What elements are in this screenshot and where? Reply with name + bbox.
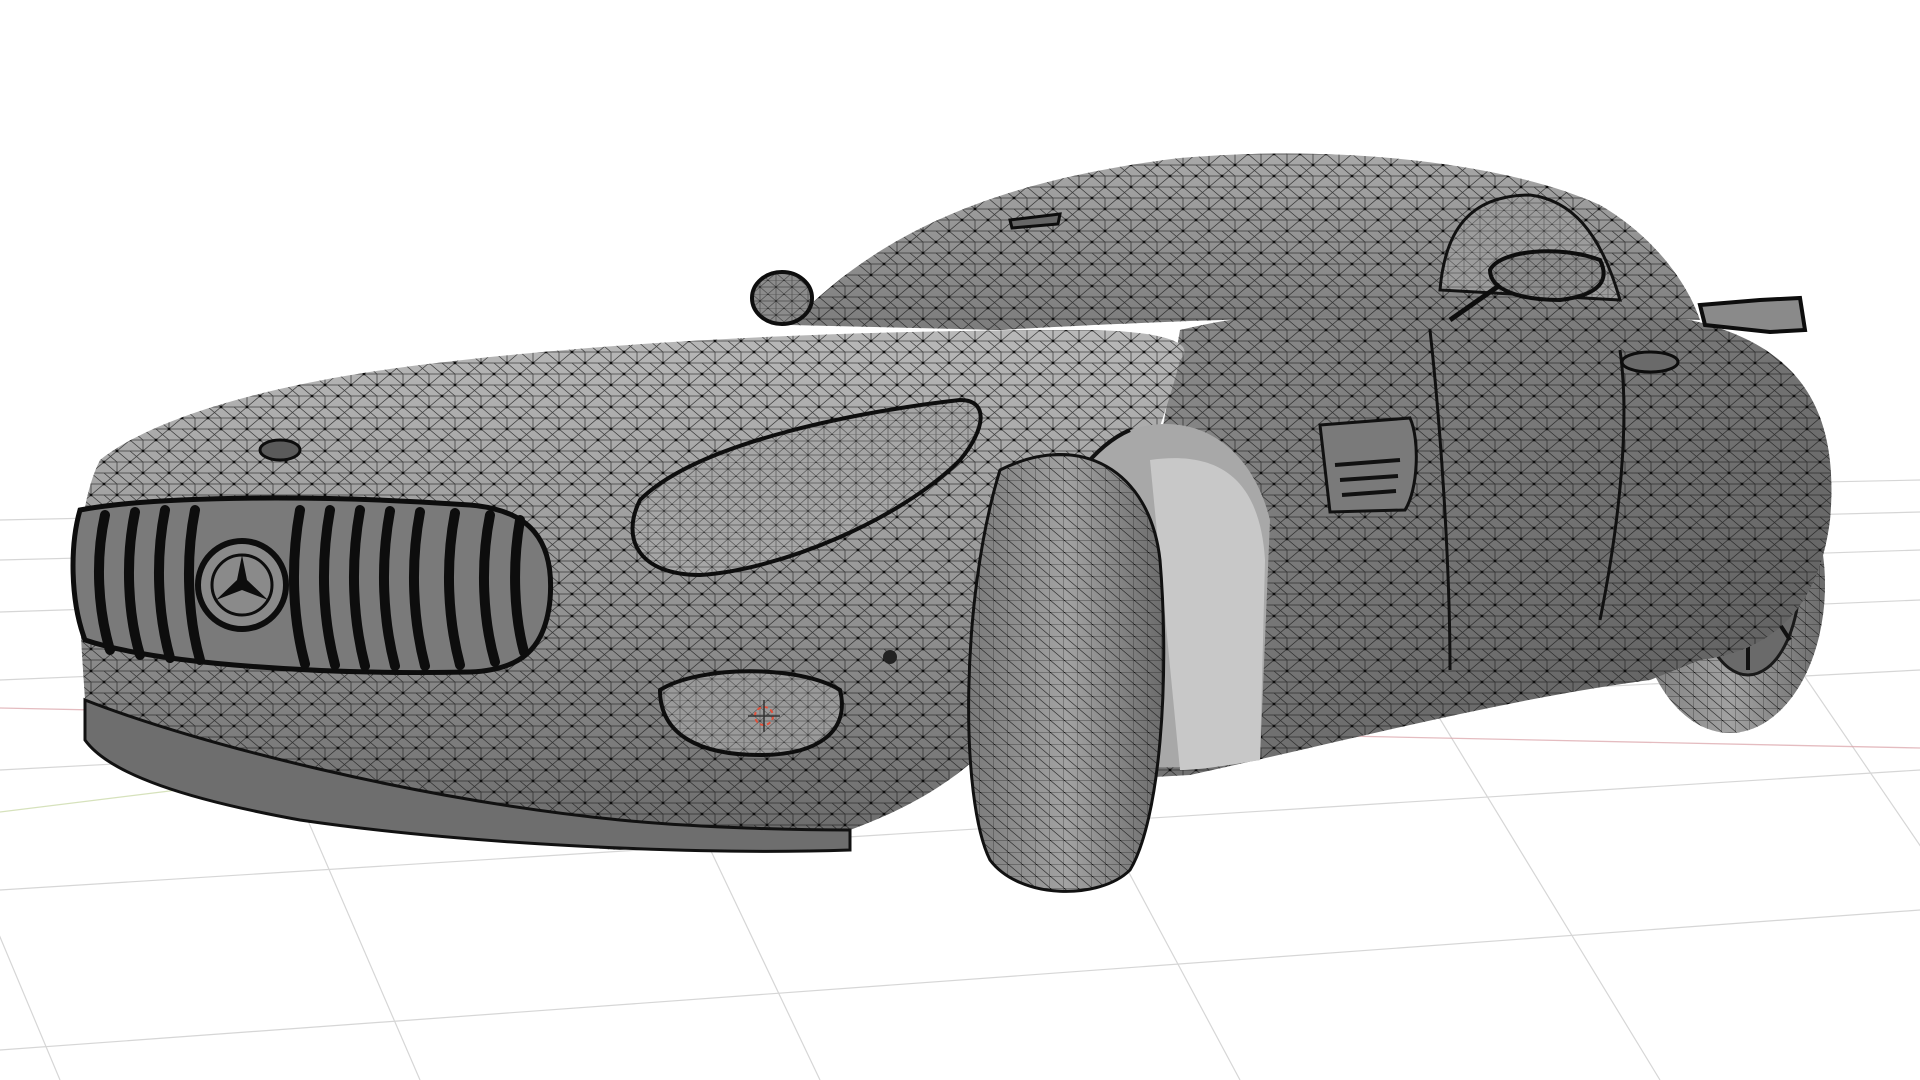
3d-viewport[interactable] [0, 0, 1920, 1080]
side-vent [1318, 416, 1418, 514]
viewport-canvas[interactable] [0, 0, 1920, 1080]
door-handle [1620, 350, 1680, 374]
front-grille[interactable] [70, 495, 554, 676]
marker-dot [883, 650, 897, 664]
left-mirror[interactable] [750, 270, 814, 326]
hood-emblem-icon [258, 438, 302, 462]
rear-wing[interactable] [1697, 295, 1808, 335]
brand-emblem-icon [195, 538, 289, 632]
front-wheel[interactable] [967, 453, 1166, 893]
